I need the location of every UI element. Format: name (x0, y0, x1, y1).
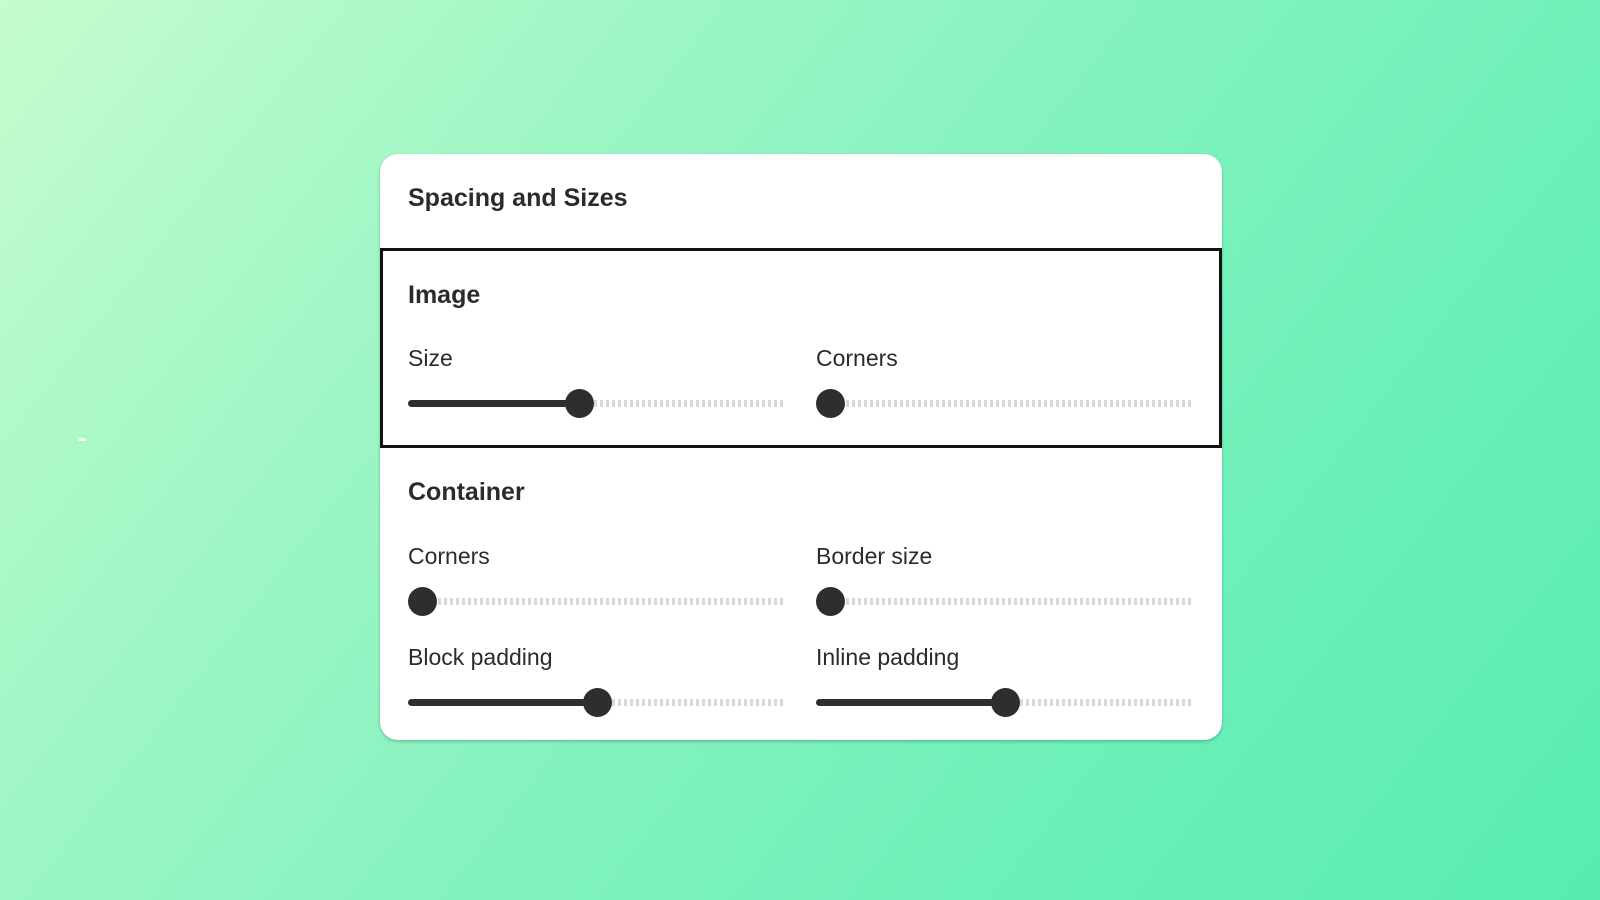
inline-padding-control: Inline padding (816, 644, 1194, 724)
slider-thumb[interactable] (990, 688, 1020, 717)
slider-thumb[interactable] (582, 688, 612, 717)
slider-label: Size (408, 345, 453, 371)
image-corners-control: Corners (816, 345, 1194, 425)
image-size-control: Size (408, 345, 786, 425)
container-corners-slider[interactable] (408, 587, 786, 616)
section-heading-image: Image (408, 281, 481, 309)
container-section: Container Corners Border size Block padd… (380, 448, 1222, 740)
container-corners-control: Corners (408, 543, 786, 623)
block-padding-control: Block padding (408, 644, 786, 724)
image-corners-slider[interactable] (816, 389, 1194, 418)
slider-label: Border size (816, 543, 933, 569)
slider-label: Corners (816, 345, 898, 371)
border-size-control: Border size (816, 543, 1194, 623)
slider-thumb[interactable] (816, 587, 845, 616)
slider-label: Block padding (408, 644, 553, 670)
slider-fill (816, 699, 1005, 706)
slider-fill (408, 400, 580, 407)
block-padding-slider[interactable] (408, 688, 786, 717)
panel-title: Spacing and Sizes (408, 184, 628, 212)
slider-thumb[interactable] (565, 389, 595, 418)
slider-thumb[interactable] (816, 389, 845, 418)
slider-track (816, 598, 1194, 605)
inline-padding-slider[interactable] (816, 688, 1194, 717)
image-section: Image Size Corners (380, 248, 1222, 448)
border-size-slider[interactable] (816, 587, 1194, 616)
slider-track (408, 598, 786, 605)
stray-mark (78, 438, 86, 441)
slider-fill (408, 699, 597, 706)
slider-label: Corners (408, 543, 490, 569)
slider-thumb[interactable] (408, 587, 437, 616)
section-heading-container: Container (408, 478, 525, 506)
image-size-slider[interactable] (408, 389, 786, 418)
slider-track (816, 400, 1194, 407)
spacing-settings-panel: Spacing and Sizes Image Size Corners Con… (380, 154, 1222, 740)
slider-label: Inline padding (816, 644, 960, 670)
